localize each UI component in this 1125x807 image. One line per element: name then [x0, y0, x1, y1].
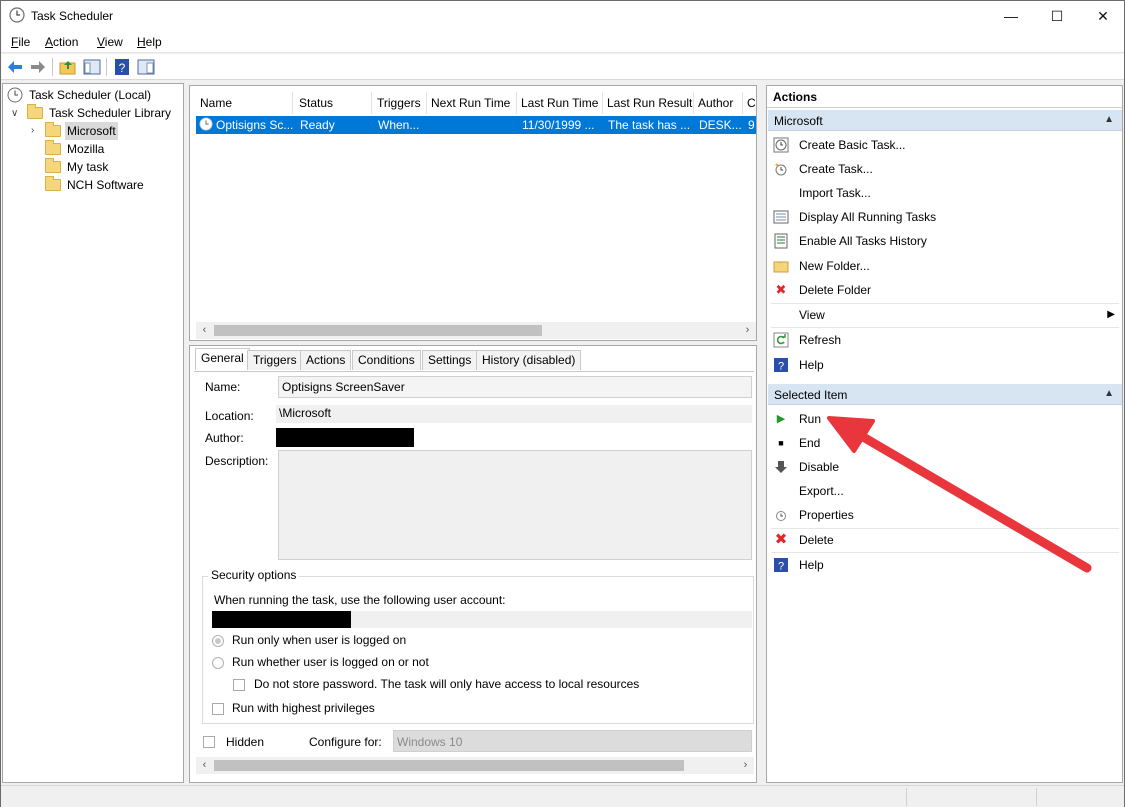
status-bar-part: [1036, 788, 1124, 806]
status-bar: [1, 785, 1124, 807]
task-scheduler-window: Task Scheduler — ☐ ✕ File Action View He…: [0, 0, 1125, 807]
annotation-arrow: [827, 416, 1092, 573]
status-bar-part: [906, 788, 1036, 806]
